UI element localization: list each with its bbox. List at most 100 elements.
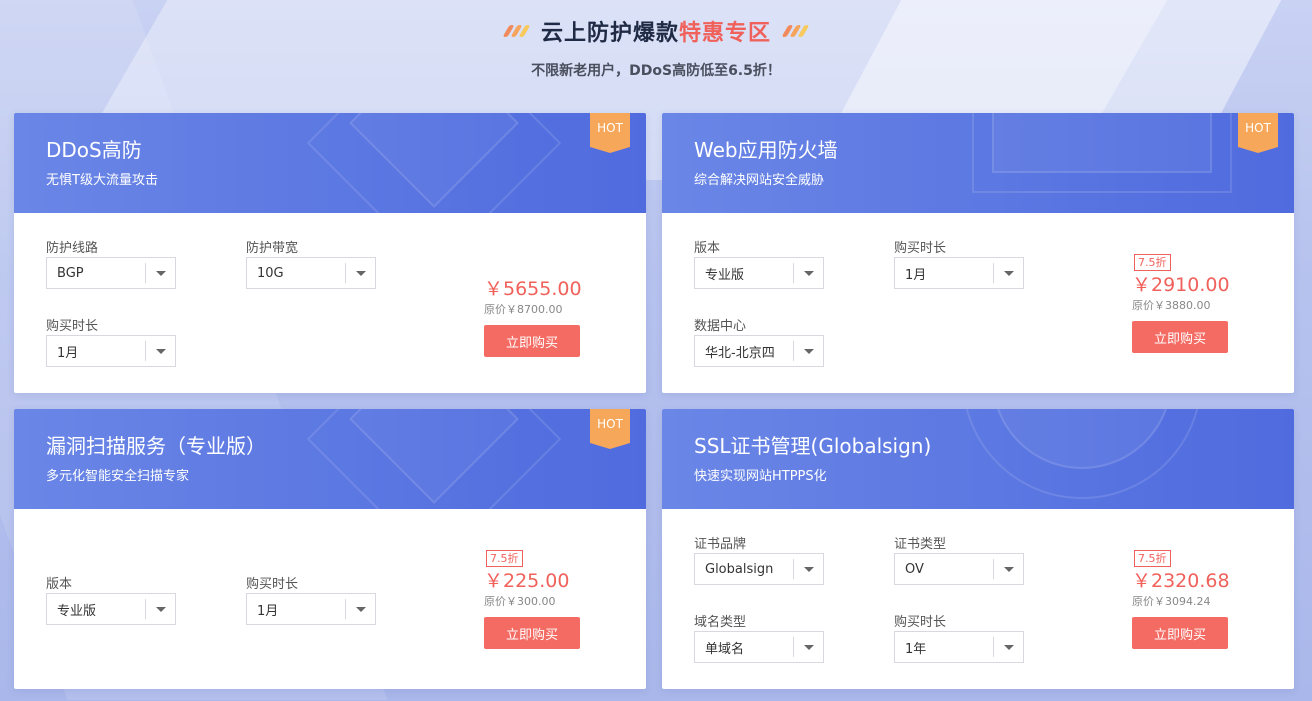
select-value: BGP: [57, 265, 84, 281]
select-value: 1年: [905, 641, 927, 657]
field-data-center: 数据中心 华北-北京四: [694, 315, 824, 367]
field-domain-type: 域名类型 单域名: [694, 611, 824, 663]
sale-price: ￥2910.00: [1132, 274, 1230, 296]
field-label: 购买时长: [246, 577, 299, 592]
price-box: ￥5655.00 原价￥8700.00 立即购买: [484, 275, 584, 357]
field-label: 购买时长: [894, 241, 947, 256]
card-title: Web应用防火墙: [694, 138, 838, 162]
chevron-down-icon: [145, 341, 175, 361]
data-center-select[interactable]: 华北-北京四: [694, 335, 824, 367]
field-label: 数据中心: [694, 319, 747, 334]
select-value: 10G: [257, 265, 284, 281]
card-header: DDoS高防 无惧T级大流量攻击 HOT: [14, 113, 646, 213]
select-value: 1月: [905, 267, 927, 283]
chevron-down-icon: [793, 559, 823, 579]
card-title: SSL证书管理(Globalsign): [694, 434, 932, 458]
buy-button[interactable]: 立即购买: [1132, 617, 1228, 649]
select-value: 单域名: [705, 641, 745, 657]
price-box: 7.5折 ￥2320.68 原价￥3094.24 立即购买: [1132, 547, 1232, 649]
chevron-down-icon: [993, 559, 1023, 579]
card-description: 多元化智能安全扫描专家: [46, 469, 190, 484]
chevron-down-icon: [793, 637, 823, 657]
field-edition: 版本 专业版: [694, 237, 824, 289]
cert-type-select[interactable]: OV: [894, 553, 1024, 585]
field-protection-bandwidth: 防护带宽 10G: [246, 237, 376, 289]
buy-button[interactable]: 立即购买: [484, 325, 580, 357]
chevron-down-icon: [345, 263, 375, 283]
purchase-duration-select[interactable]: 1月: [46, 335, 176, 367]
discount-badge: 7.5折: [1134, 254, 1171, 271]
select-value: Globalsign: [705, 561, 774, 577]
chevron-down-icon: [993, 263, 1023, 283]
card-header: SSL证书管理(Globalsign) 快速实现网站HTPPS化: [662, 409, 1294, 509]
field-label: 证书品牌: [694, 537, 747, 552]
chevron-down-icon: [993, 637, 1023, 657]
domain-type-select[interactable]: 单域名: [694, 631, 824, 663]
field-protection-line: 防护线路 BGP: [46, 237, 176, 289]
original-price: 原价￥300.00: [484, 595, 556, 608]
chevron-down-icon: [345, 599, 375, 619]
card-description: 综合解决网站安全威胁: [694, 173, 825, 188]
section-header: 云上防护爆款特惠专区 不限新老用户，DDoS高防低至6.5折！: [0, 0, 1312, 80]
field-label: 版本: [46, 577, 73, 592]
field-label: 防护带宽: [246, 241, 299, 256]
edition-select[interactable]: 专业版: [694, 257, 824, 289]
sale-price: ￥5655.00: [484, 278, 582, 300]
product-card-ssl-certificate: SSL证书管理(Globalsign) 快速实现网站HTPPS化 证书品牌 Gl…: [662, 409, 1294, 689]
purchase-duration-select[interactable]: 1月: [246, 593, 376, 625]
card-header: Web应用防火墙 综合解决网站安全威胁 HOT: [662, 113, 1294, 213]
field-purchase-duration: 购买时长 1月: [46, 315, 176, 367]
select-value: 1月: [57, 345, 79, 361]
card-title: DDoS高防: [46, 138, 142, 162]
select-value: 华北-北京四: [705, 345, 775, 361]
cert-brand-select[interactable]: Globalsign: [694, 553, 824, 585]
section-subtitle: 不限新老用户，DDoS高防低至6.5折！: [531, 63, 781, 79]
slash-decoration-icon: [502, 25, 531, 37]
edition-select[interactable]: 专业版: [46, 593, 176, 625]
purchase-duration-select[interactable]: 1月: [894, 257, 1024, 289]
chevron-down-icon: [145, 263, 175, 283]
hot-badge: HOT: [1238, 113, 1278, 153]
field-edition: 版本 专业版: [46, 573, 176, 625]
card-description: 无惧T级大流量攻击: [46, 173, 158, 188]
card-header: 漏洞扫描服务（专业版） 多元化智能安全扫描专家 HOT: [14, 409, 646, 509]
hot-badge: HOT: [590, 409, 630, 449]
price-box: 7.5折 ￥2910.00 原价￥3880.00 立即购买: [1132, 251, 1232, 353]
product-card-waf: Web应用防火墙 综合解决网站安全威胁 HOT 版本 专业版 购买时长 1月 数…: [662, 113, 1294, 393]
buy-button[interactable]: 立即购买: [1132, 321, 1228, 353]
protection-bandwidth-select[interactable]: 10G: [246, 257, 376, 289]
protection-line-select[interactable]: BGP: [46, 257, 176, 289]
section-title: 云上防护爆款特惠专区: [540, 21, 772, 46]
price-box: 7.5折 ￥225.00 原价￥300.00 立即购买: [484, 547, 584, 649]
sale-price: ￥225.00: [484, 570, 570, 592]
discount-badge: 7.5折: [486, 550, 523, 567]
sale-price: ￥2320.68: [1132, 570, 1230, 592]
hot-badge: HOT: [590, 113, 630, 153]
field-cert-brand: 证书品牌 Globalsign: [694, 533, 824, 585]
select-value: OV: [905, 561, 924, 577]
original-price: 原价￥8700.00: [484, 303, 563, 316]
purchase-duration-select[interactable]: 1年: [894, 631, 1024, 663]
field-purchase-duration: 购买时长 1月: [894, 237, 1024, 289]
field-label: 证书类型: [894, 537, 947, 552]
chevron-down-icon: [145, 599, 175, 619]
discount-badge: 7.5折: [1134, 550, 1171, 567]
select-value: 专业版: [705, 267, 745, 283]
product-card-ddos: DDoS高防 无惧T级大流量攻击 HOT 防护线路 BGP 防护带宽 10G 购…: [14, 113, 646, 393]
select-value: 专业版: [57, 603, 97, 619]
field-purchase-duration: 购买时长 1月: [246, 573, 376, 625]
chevron-down-icon: [793, 341, 823, 361]
slash-decoration-icon: [781, 25, 810, 37]
chevron-down-icon: [793, 263, 823, 283]
field-label: 购买时长: [46, 319, 99, 334]
field-label: 域名类型: [694, 615, 747, 630]
field-label: 防护线路: [46, 241, 99, 256]
buy-button[interactable]: 立即购买: [484, 617, 580, 649]
original-price: 原价￥3880.00: [1132, 299, 1211, 312]
card-title: 漏洞扫描服务（专业版）: [46, 434, 266, 458]
field-purchase-duration: 购买时长 1年: [894, 611, 1024, 663]
select-value: 1月: [257, 603, 279, 619]
card-description: 快速实现网站HTPPS化: [694, 469, 827, 484]
field-label: 版本: [694, 241, 721, 256]
field-label: 购买时长: [894, 615, 947, 630]
